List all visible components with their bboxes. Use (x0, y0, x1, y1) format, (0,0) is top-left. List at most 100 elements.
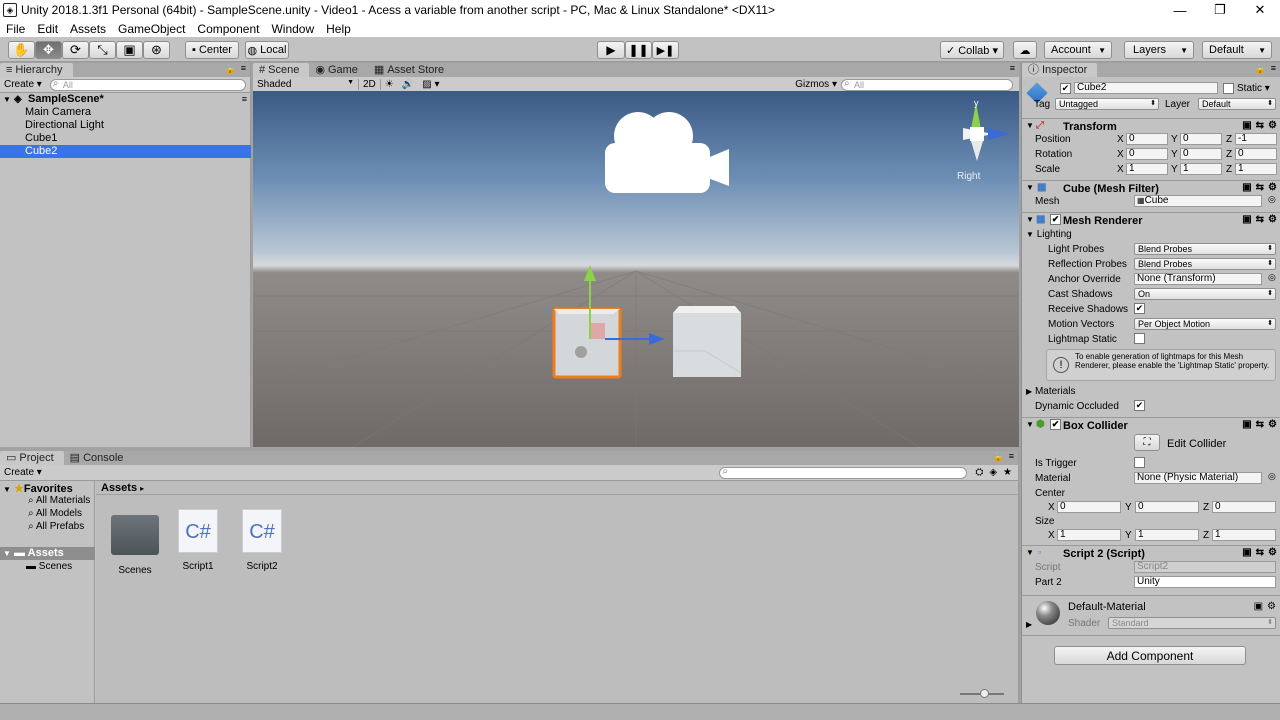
panel-menu-icon[interactable]: ≡ (1009, 451, 1014, 461)
orientation-gizmo[interactable]: y Right (957, 98, 1010, 182)
expand-arrow-icon[interactable]: ▼ (3, 93, 11, 106)
asset-script2[interactable]: C# Script2 (230, 509, 294, 572)
position-x-field[interactable]: 0 (1126, 133, 1168, 145)
y-arrow-icon[interactable] (584, 265, 596, 281)
gear-icon[interactable]: ⚙ (1268, 182, 1277, 193)
transform-tool-button[interactable]: ⊛ (143, 41, 170, 59)
position-y-field[interactable]: 0 (1180, 133, 1222, 145)
preset-icon[interactable]: ⇆ (1256, 214, 1264, 225)
tab-scene[interactable]: # Scene (253, 63, 310, 77)
favorite-item[interactable]: ⌕ All Prefabs (28, 521, 84, 532)
position-z-field[interactable]: -1 (1235, 133, 1277, 145)
filter-label-icon[interactable]: ◈ (989, 467, 997, 478)
preset-icon[interactable]: ⇆ (1256, 547, 1264, 558)
step-button[interactable]: ▶❚ (652, 41, 679, 59)
panel-menu-icon[interactable]: ≡ (241, 63, 246, 73)
part2-input[interactable]: Unity (1134, 576, 1276, 588)
menu-gameobject[interactable]: GameObject (112, 22, 191, 36)
pivot-local-button[interactable]: ◍ Local (245, 41, 289, 59)
close-button[interactable]: ✕ (1240, 0, 1280, 20)
cube1-object[interactable] (552, 307, 622, 379)
breadcrumb-assets[interactable]: Assets (101, 482, 137, 494)
tab-inspector[interactable]: ⓘ Inspector (1022, 63, 1098, 77)
move-tool-button[interactable]: ✥ (35, 41, 62, 59)
gear-icon[interactable]: ⚙ (1268, 419, 1277, 430)
edit-collider-button[interactable]: ⛶ (1134, 434, 1160, 451)
menu-component[interactable]: Component (191, 22, 265, 36)
rotation-z-field[interactable]: 0 (1235, 148, 1277, 160)
filter-type-icon[interactable]: ⛭ (975, 467, 983, 478)
cast-shadows-dropdown[interactable]: On (1134, 288, 1276, 300)
tab-console[interactable]: ▤ Console (64, 451, 134, 465)
scene-search-input[interactable]: All (841, 78, 1013, 91)
minimize-button[interactable]: — (1160, 0, 1200, 20)
hierarchy-item-selected[interactable]: Cube2 (0, 145, 251, 158)
scene-viewport[interactable]: y Right (253, 91, 1019, 447)
rect-tool-button[interactable]: ▣ (116, 41, 143, 59)
z-arrow-icon[interactable] (649, 333, 665, 345)
cloud-button[interactable]: ☁ (1013, 41, 1037, 59)
lock-icon[interactable]: 🔒 (225, 64, 236, 75)
gear-icon[interactable]: ⚙ (1267, 601, 1276, 612)
hierarchy-item[interactable]: Main Camera (0, 106, 251, 119)
receive-shadows-checkbox[interactable]: ✔ (1134, 303, 1145, 314)
dynamic-occluded-checkbox[interactable]: ✔ (1134, 400, 1145, 411)
hierarchy-item[interactable]: Directional Light (0, 119, 251, 132)
collab-button[interactable]: ✓ Collab ▾ (940, 41, 1004, 59)
lock-icon[interactable]: 🔒 (1255, 64, 1266, 75)
mesh-object-field[interactable]: ▦Cube (1134, 195, 1262, 207)
project-search-input[interactable] (719, 466, 968, 479)
account-dropdown[interactable]: Account ▼ (1044, 41, 1112, 59)
favorites-node[interactable]: ▼ ★Favorites (3, 482, 73, 495)
static-dropdown[interactable]: Static ▾ (1237, 83, 1270, 94)
scale-x-field[interactable]: 1 (1126, 163, 1168, 175)
box-collider-header[interactable]: ▼ ⬢ ✔ Box Collider ▣ ⇆ ⚙ (1022, 417, 1280, 432)
hierarchy-create-dropdown[interactable]: Create ▾ (0, 79, 46, 90)
lightmap-static-checkbox[interactable] (1134, 333, 1145, 344)
rotation-y-field[interactable]: 0 (1180, 148, 1222, 160)
box-collider-enabled-checkbox[interactable]: ✔ (1050, 419, 1061, 430)
mesh-renderer-header[interactable]: ▼ ▦ ✔ Mesh Renderer ▣ ⇆ ⚙ (1022, 212, 1280, 227)
tab-asset-store[interactable]: ▦ Asset Store (368, 63, 454, 77)
mesh-filter-header[interactable]: ▼ ▦ Cube (Mesh Filter) ▣ ⇆ ⚙ (1022, 180, 1280, 195)
object-picker-icon[interactable]: ◎ (1268, 272, 1276, 283)
scale-tool-button[interactable]: ⤡ (89, 41, 116, 59)
maximize-button[interactable]: ❐ (1200, 0, 1240, 20)
layout-dropdown[interactable]: Default ▼ (1202, 41, 1272, 59)
shading-mode-dropdown[interactable]: Shaded ▼ (253, 79, 358, 90)
tab-game[interactable]: ◉ Game (309, 63, 368, 77)
menu-file[interactable]: File (0, 22, 31, 36)
icon-size-slider[interactable] (960, 689, 1004, 698)
assets-node[interactable]: ▼ ▬ Assets (0, 547, 95, 560)
gear-icon[interactable]: ⚙ (1268, 120, 1277, 131)
slider-handle[interactable] (980, 689, 989, 698)
script2-header[interactable]: ▼ ▫ Script 2 (Script) ▣ ⇆ ⚙ (1022, 545, 1280, 560)
gizmos-dropdown[interactable]: Gizmos ▾ (791, 79, 841, 90)
object-picker-icon[interactable]: ◎ (1268, 471, 1276, 482)
menu-help[interactable]: Help (320, 22, 357, 36)
effects-dropdown-icon[interactable]: ▨ ▾ (418, 79, 443, 90)
favorite-item[interactable]: ⌕ All Materials (28, 495, 90, 506)
asset-folder-scenes[interactable]: Scenes (103, 509, 167, 576)
help-book-icon[interactable]: ▣ (1242, 120, 1251, 131)
object-name-input[interactable]: Cube2 (1074, 82, 1218, 94)
2d-toggle-button[interactable]: 2D (358, 79, 381, 90)
preset-icon[interactable]: ⇆ (1256, 120, 1264, 131)
panel-menu-icon[interactable]: ≡ (1271, 63, 1276, 73)
add-component-button[interactable]: Add Component (1054, 646, 1246, 665)
motion-vectors-dropdown[interactable]: Per Object Motion (1134, 318, 1276, 330)
pivot-center-button[interactable]: ▪ Center (185, 41, 239, 59)
asset-script1[interactable]: C# Script1 (166, 509, 230, 572)
materials-foldout[interactable]: ▶ Materials (1026, 386, 1076, 397)
scale-z-field[interactable]: 1 (1235, 163, 1277, 175)
gear-icon[interactable]: ⚙ (1268, 214, 1277, 225)
project-create-dropdown[interactable]: Create ▾ (0, 467, 46, 478)
transform-header[interactable]: ▼ ⤢ Transform ▣ ⇆ ⚙ (1022, 118, 1280, 133)
scale-y-field[interactable]: 1 (1180, 163, 1222, 175)
pause-button[interactable]: ❚❚ (625, 41, 652, 59)
shader-dropdown[interactable]: Standard (1108, 617, 1276, 629)
active-checkbox[interactable]: ✔ (1060, 83, 1071, 94)
camera-gizmo-icon[interactable] (605, 112, 729, 193)
size-x-field[interactable]: 1 (1057, 529, 1121, 541)
tab-hierarchy[interactable]: ≡ Hierarchy (0, 63, 73, 77)
